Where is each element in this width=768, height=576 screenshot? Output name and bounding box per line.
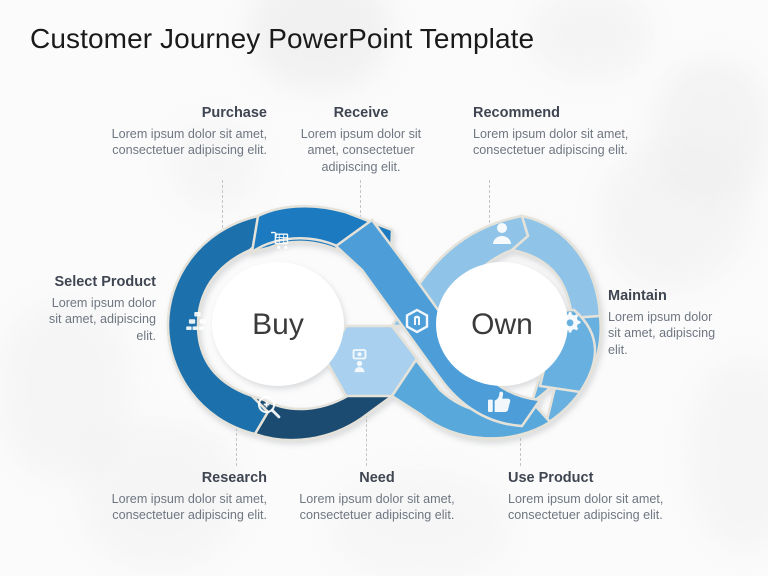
callout-title-recommend: Recommend <box>473 105 561 121</box>
callout-receive[interactable]: Receive Lorem ipsum dolor sit amet, cons… <box>285 105 437 175</box>
callout-need[interactable]: Need Lorem ipsum dolor sit amet, consect… <box>292 470 462 524</box>
slide-canvas: Customer Journey PowerPoint Template Buy… <box>0 0 768 576</box>
callout-title-select-product: Select Product <box>54 274 156 290</box>
callout-body-recommend: Lorem ipsum dolor sit amet, consectetuer… <box>473 126 629 158</box>
callout-body-use-product: Lorem ipsum dolor sit amet, consectetuer… <box>508 491 664 523</box>
callout-recommend[interactable]: Recommend Lorem ipsum dolor sit amet, co… <box>473 105 635 159</box>
callout-title-research: Research <box>201 470 267 486</box>
callout-select-product[interactable]: Select Product Lorem ipsum dolor sit ame… <box>38 274 156 344</box>
callout-body-purchase: Lorem ipsum dolor sit amet, consectetuer… <box>111 126 267 158</box>
callout-body-receive: Lorem ipsum dolor sit amet, consectetuer… <box>300 126 422 174</box>
label-buy: Buy <box>252 308 304 341</box>
callout-body-research: Lorem ipsum dolor sit amet, consectetuer… <box>111 491 267 523</box>
callout-title-maintain: Maintain <box>608 288 667 304</box>
page-title: Customer Journey PowerPoint Template <box>30 23 535 54</box>
callout-title-purchase: Purchase <box>201 105 267 121</box>
callout-title-use-product: Use Product <box>508 470 594 486</box>
callout-title-receive: Receive <box>333 105 389 121</box>
callout-body-select-product: Lorem ipsum dolor sit amet, adipiscing e… <box>48 295 156 343</box>
callout-body-maintain: Lorem ipsum dolor sit amet, adipiscing e… <box>608 309 716 357</box>
callout-body-need: Lorem ipsum dolor sit amet, consectetuer… <box>299 491 455 523</box>
callout-title-need: Need <box>359 470 395 486</box>
infinity-diagram: Buy Own <box>166 204 602 442</box>
callout-use-product[interactable]: Use Product Lorem ipsum dolor sit amet, … <box>508 470 670 524</box>
callout-research[interactable]: Research Lorem ipsum dolor sit amet, con… <box>105 470 267 524</box>
callout-purchase[interactable]: Purchase Lorem ipsum dolor sit amet, con… <box>105 105 267 159</box>
label-own: Own <box>471 308 533 341</box>
gear-icon <box>559 312 581 333</box>
callout-maintain[interactable]: Maintain Lorem ipsum dolor sit amet, adi… <box>608 288 728 358</box>
